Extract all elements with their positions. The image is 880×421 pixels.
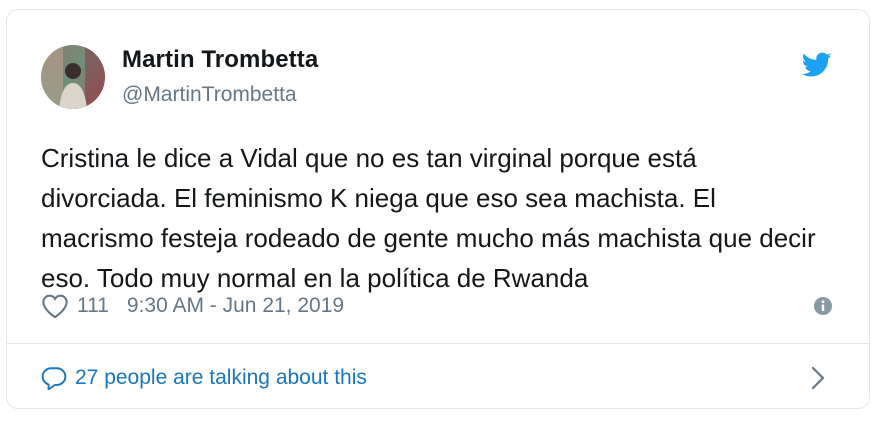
author-handle[interactable]: @MartinTrombetta <box>122 83 297 107</box>
avatar[interactable] <box>41 45 105 109</box>
chevron-right-icon[interactable] <box>811 366 825 390</box>
conversation-label[interactable]: 27 people are talking about this <box>75 366 367 390</box>
like-count[interactable]: 111 <box>77 294 109 318</box>
conversation-link[interactable]: 27 people are talking about this <box>41 360 367 396</box>
info-icon[interactable] <box>813 296 833 316</box>
heart-icon[interactable] <box>41 293 69 319</box>
divider <box>7 343 869 344</box>
author-display-name[interactable]: Martin Trombetta <box>122 46 318 74</box>
twitter-bird-icon[interactable] <box>802 52 832 78</box>
tweet-timestamp[interactable]: 9:30 AM - Jun 21, 2019 <box>127 294 344 318</box>
tweet-text: Cristina le dice a Vidal que no es tan v… <box>41 143 816 293</box>
speech-bubble-icon <box>41 367 67 390</box>
tweet-meta: 111 9:30 AM - Jun 21, 2019 <box>41 290 841 322</box>
tweet-card[interactable]: Martin Trombetta @MartinTrombetta Cristi… <box>6 9 870 409</box>
